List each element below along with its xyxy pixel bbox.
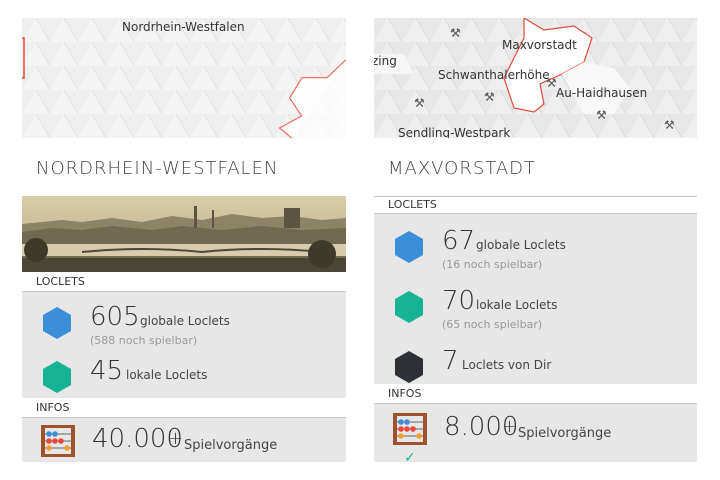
section-loclets: LOCLETS bbox=[22, 274, 346, 292]
loclet-stats: 67 globale Loclets (16 noch spielbar) 70… bbox=[374, 214, 697, 384]
stat-label: Spielvorgänge bbox=[518, 426, 612, 441]
map-view[interactable]: Nordrhein-Westfalen bbox=[22, 18, 346, 138]
stat-local-loclets[interactable]: 70 lokale Loclets (65 noch spielbar) bbox=[374, 286, 697, 338]
stat-sub: (16 noch spielbar) bbox=[442, 258, 543, 271]
stat-label: globale Loclets bbox=[476, 238, 566, 252]
stat-number: 70 bbox=[442, 286, 476, 316]
pin-icon[interactable]: ⚒ bbox=[546, 76, 557, 90]
info-stats: 8.000 + Spielvorgänge ✓ bbox=[374, 404, 697, 462]
region-card-maxvorstadt: zing Maxvorstadt Schwanthalerhöhe Au-Hai… bbox=[374, 0, 697, 462]
hexagon-green-icon bbox=[40, 360, 74, 394]
abacus-icon bbox=[392, 412, 428, 446]
stat-number: 67 bbox=[442, 226, 476, 256]
pin-icon[interactable]: ⚒ bbox=[596, 108, 607, 122]
stat-number: 605 bbox=[90, 302, 140, 332]
map-label: Maxvorstadt bbox=[502, 38, 577, 52]
stat-label: globale Loclets bbox=[140, 314, 230, 328]
stat-global-loclets[interactable]: 67 globale Loclets (16 noch spielbar) bbox=[374, 226, 697, 278]
page-title: MAXVORSTADT bbox=[388, 158, 537, 179]
stat-plays: 8.000 + Spielvorgänge bbox=[374, 412, 697, 462]
pin-icon[interactable]: ⚒ bbox=[484, 90, 495, 104]
pin-icon[interactable]: ⚒ bbox=[450, 26, 461, 40]
map-label: Sendling-Westpark bbox=[398, 126, 511, 138]
stat-number: 45 bbox=[90, 356, 124, 386]
info-stats: 40.000 + Spielvorgänge bbox=[22, 418, 346, 462]
stat-suffix: + bbox=[502, 416, 518, 437]
check-icon: ✓ bbox=[404, 450, 416, 462]
map-label: Au-Haidhausen bbox=[556, 86, 648, 100]
stat-plays: 40.000 + Spielvorgänge bbox=[22, 424, 346, 462]
hexagon-dark-icon bbox=[392, 350, 426, 384]
loclet-stats: 605 globale Loclets (588 noch spielbar) … bbox=[22, 292, 346, 398]
stat-global-loclets[interactable]: 605 globale Loclets (588 noch spielbar) bbox=[22, 302, 346, 354]
section-loclets: LOCLETS bbox=[374, 196, 697, 214]
stat-number: 7 bbox=[442, 346, 459, 376]
stat-sub: (65 noch spielbar) bbox=[442, 318, 543, 331]
pin-icon[interactable]: ⚒ bbox=[414, 96, 425, 110]
map-label: Schwanthalerhöhe bbox=[438, 68, 550, 82]
page-title: NORDRHEIN-WESTFALEN bbox=[36, 158, 279, 179]
stat-label: lokale Loclets bbox=[476, 298, 558, 312]
map-hex-grid bbox=[22, 18, 346, 138]
abacus-icon bbox=[40, 424, 76, 458]
stat-suffix: + bbox=[168, 428, 184, 449]
region-card-nordrhein-westfalen: Nordrhein-Westfalen NORDRHEIN-WESTFALEN … bbox=[22, 0, 346, 462]
section-infos: INFOS bbox=[22, 400, 346, 418]
stat-label: Spielvorgänge bbox=[184, 438, 278, 453]
pin-icon[interactable]: ⚒ bbox=[664, 118, 675, 132]
hexagon-green-icon bbox=[392, 290, 426, 324]
stat-label: Loclets von Dir bbox=[462, 358, 552, 372]
map-label-region: Nordrhein-Westfalen bbox=[122, 20, 245, 34]
map-label: zing bbox=[374, 54, 397, 68]
hexagon-blue-icon bbox=[392, 230, 426, 264]
section-infos: INFOS bbox=[374, 386, 697, 404]
hexagon-blue-icon bbox=[40, 306, 74, 340]
stat-label: lokale Loclets bbox=[126, 368, 208, 382]
map-view[interactable]: zing Maxvorstadt Schwanthalerhöhe Au-Hai… bbox=[374, 18, 697, 138]
region-photo bbox=[22, 196, 346, 272]
stat-sub: (588 noch spielbar) bbox=[90, 334, 198, 347]
